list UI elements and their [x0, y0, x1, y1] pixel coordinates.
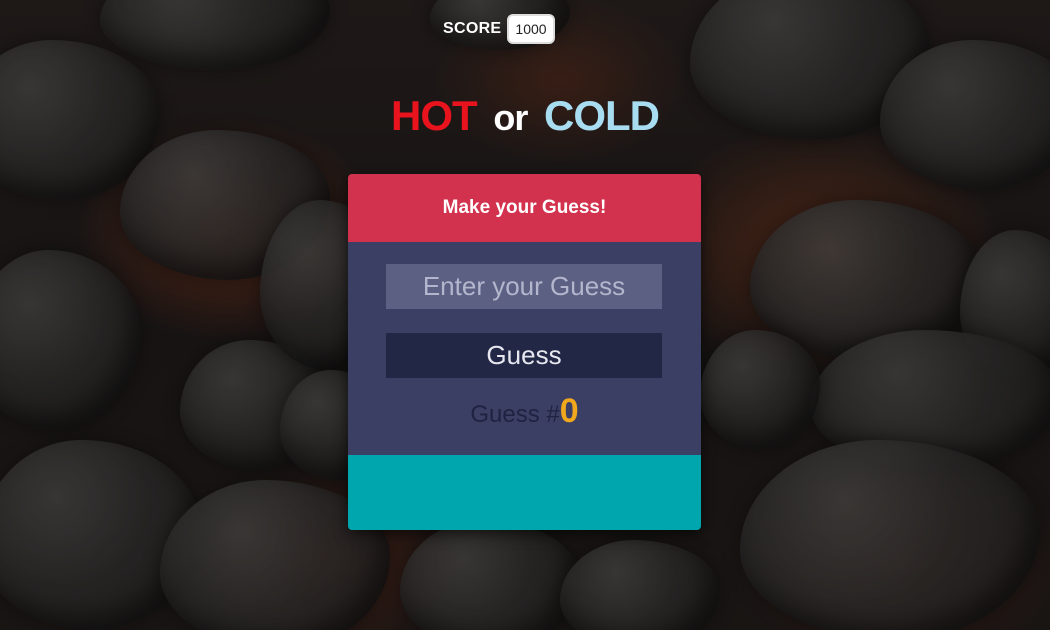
guess-counter: Guess #0	[348, 392, 701, 431]
game-title: HOT or COLD	[0, 92, 1050, 140]
guess-button[interactable]: Guess	[386, 333, 662, 378]
game-card: Make your Guess! Guess Guess #0	[348, 174, 701, 530]
title-cold: COLD	[544, 92, 660, 139]
card-header-text: Make your Guess!	[442, 197, 607, 218]
score-value: 1000	[507, 14, 555, 44]
title-hot: HOT	[391, 92, 478, 139]
score-display: SCORE 1000	[443, 14, 555, 44]
guess-input[interactable]	[386, 264, 662, 309]
feedback-panel	[348, 455, 701, 530]
card-body: Guess Guess #0	[348, 242, 701, 455]
guess-counter-label: Guess #	[470, 401, 560, 428]
score-label: SCORE	[443, 20, 502, 37]
guess-count: 0	[559, 392, 579, 430]
card-header: Make your Guess!	[348, 174, 701, 242]
title-or: or	[493, 97, 528, 138]
